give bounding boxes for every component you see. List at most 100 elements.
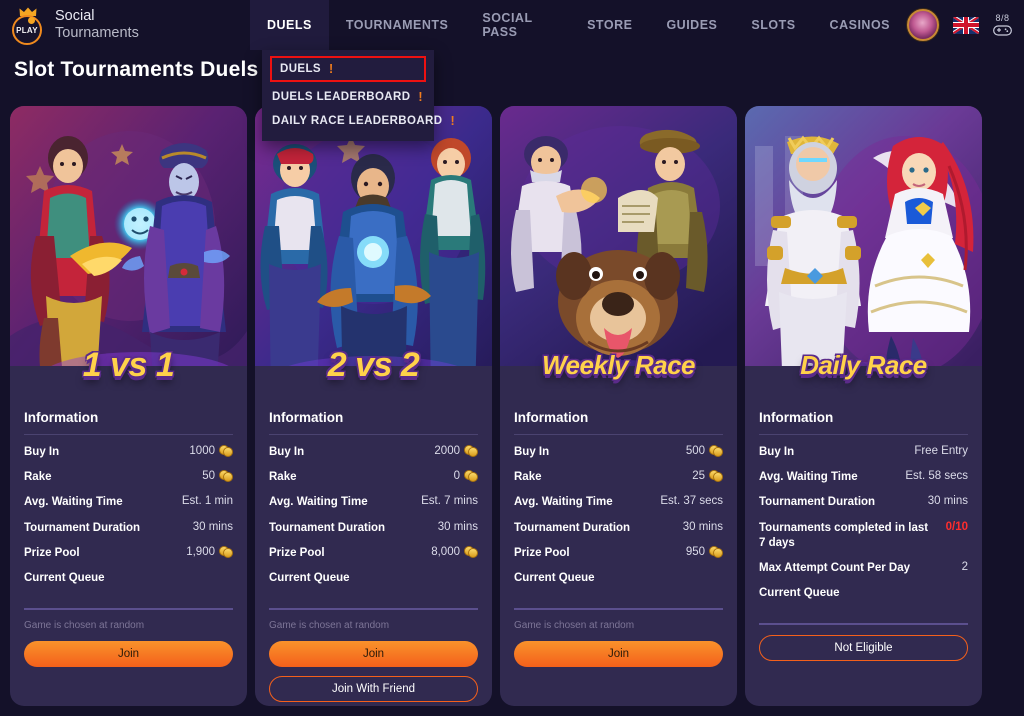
gamepad-status[interactable]: 8/8 <box>993 14 1012 36</box>
header-actions: 8/8 <box>907 9 1024 41</box>
card-info-panel: Information Buy In 2000 Rake 0 Avg. Wait… <box>255 396 492 706</box>
duels-dropdown-menu: DUELS ! DUELS LEADERBOARD ! DAILY RACE L… <box>262 50 455 141</box>
info-row-current-queue: Current Queue <box>24 571 233 586</box>
play-logo-icon: PLAY <box>10 7 46 45</box>
info-row-rake: Rake 50 <box>24 470 233 485</box>
info-value: 30 mins <box>437 520 478 533</box>
random-game-note: Game is chosen at random <box>269 619 390 631</box>
dropdown-item-duels-leaderboard[interactable]: DUELS LEADERBOARD ! <box>262 85 434 109</box>
divider <box>759 623 968 625</box>
uk-flag-icon[interactable] <box>953 16 979 34</box>
info-row-rake: Rake 25 <box>514 470 723 485</box>
coin-icon <box>709 470 723 483</box>
info-label: Rake <box>269 471 297 484</box>
info-row-avg-waiting-time: Avg. Waiting Time Est. 7 mins <box>269 495 478 510</box>
info-row-duration: Tournament Duration 30 mins <box>514 521 723 536</box>
buy-in-value: 500 <box>685 445 705 457</box>
info-row-duration: Tournament Duration 30 mins <box>24 521 233 536</box>
tournament-card[interactable]: Weekly Race Information Buy In 500 Rake … <box>500 106 737 706</box>
info-heading: Information <box>514 410 589 425</box>
random-game-note: Game is chosen at random <box>24 619 145 631</box>
dropdown-item-duels[interactable]: DUELS ! <box>270 56 426 82</box>
prize-pool-value: 1,900 <box>186 545 215 558</box>
info-label: Buy In <box>514 446 550 458</box>
nav-item-store[interactable]: STORE <box>570 0 649 50</box>
info-value: Free Entry <box>914 445 968 457</box>
brand-line-1: Social <box>55 7 95 24</box>
tournament-card[interactable]: Daily Race Information Buy In Free Entry… <box>745 106 982 706</box>
info-label: Tournament Duration <box>514 521 631 534</box>
coin-icon <box>709 445 723 457</box>
info-label: Avg. Waiting Time <box>514 496 613 509</box>
brand-logo[interactable]: PLAY Social Tournaments <box>0 7 250 45</box>
card-info-panel: Information Buy In Free Entry Avg. Waiti… <box>745 396 982 706</box>
info-row-duration: Tournament Duration 30 mins <box>269 521 478 536</box>
nav-item-guides[interactable]: GUIDES <box>649 0 734 50</box>
info-row-avg-waiting-time: Avg. Waiting Time Est. 58 secs <box>759 470 968 485</box>
card-info-panel: Information Buy In 500 Rake 25 Avg. Wait… <box>500 396 737 706</box>
card-artwork: 1 vs 1 <box>10 106 247 396</box>
user-avatar[interactable] <box>907 9 939 41</box>
info-value: Est. 1 min <box>181 495 233 508</box>
info-row-avg-waiting-time: Avg. Waiting Time Est. 37 secs <box>514 495 723 510</box>
card-title-banner: Weekly Race <box>500 338 737 396</box>
nav-item-slots[interactable]: SLOTS <box>734 0 812 50</box>
brand-name: Social Tournaments <box>55 8 139 42</box>
prize-pool-value: 8,000 <box>431 545 460 558</box>
info-label: Max Attempt Count Per Day <box>759 561 911 574</box>
info-value: Est. 7 mins <box>421 495 478 508</box>
info-label: Tournament Duration <box>759 496 876 509</box>
divider <box>514 434 723 435</box>
info-label: Current Queue <box>269 571 350 584</box>
dropdown-item-daily-race-leaderboard[interactable]: DAILY RACE LEADERBOARD ! <box>262 109 455 133</box>
join-button[interactable]: Join <box>269 640 478 667</box>
join-button[interactable]: Join <box>24 640 233 667</box>
info-label: Buy In <box>759 446 795 458</box>
info-row-duration: Tournament Duration 30 mins <box>759 495 968 510</box>
nav-item-social-pass[interactable]: SOCIAL PASS <box>465 0 570 50</box>
info-row-buy-in: Buy In 500 <box>514 445 723 460</box>
info-value: 1000 <box>189 445 233 457</box>
card-title-banner: Daily Race <box>745 338 982 396</box>
info-label: Buy In <box>269 446 305 458</box>
tournament-card[interactable]: 2 vs 2 Information Buy In 2000 Rake 0 Av… <box>255 106 492 706</box>
card-title: Weekly Race <box>541 349 696 380</box>
nav-item-tournaments[interactable]: TOURNAMENTS <box>329 0 466 50</box>
info-value: 1,900 <box>186 545 233 558</box>
card-title: Daily Race <box>800 349 927 380</box>
not-eligible-button[interactable]: Not Eligible <box>759 634 968 661</box>
prize-pool-value: 950 <box>685 545 705 558</box>
nav-item-casinos[interactable]: CASINOS <box>813 0 907 50</box>
dropdown-item-duels-label: DUELS <box>280 63 321 75</box>
info-value: 30 mins <box>192 520 233 533</box>
info-value: 0 <box>454 470 478 483</box>
info-value: 2 <box>961 560 968 573</box>
info-value: Est. 58 secs <box>905 470 968 483</box>
coin-icon <box>464 445 478 457</box>
info-heading: Information <box>269 410 344 425</box>
coin-icon <box>219 545 233 558</box>
info-value: 950 <box>685 545 723 558</box>
divider <box>759 434 968 435</box>
info-label: Avg. Waiting Time <box>24 496 123 509</box>
info-row-prize-pool: Prize Pool 1,900 <box>24 545 233 561</box>
buy-in-value: 1000 <box>189 445 215 457</box>
info-label: Rake <box>24 471 52 484</box>
info-row-rake: Rake 0 <box>269 470 478 485</box>
divider <box>24 608 233 610</box>
info-row-prize-pool: Prize Pool 8,000 <box>269 545 478 561</box>
divider <box>269 434 478 435</box>
nav-item-duels[interactable]: DUELS <box>250 0 329 50</box>
info-label: Prize Pool <box>24 546 80 559</box>
join-button[interactable]: Join <box>514 640 723 667</box>
tournament-card[interactable]: 1 vs 1 Information Buy In 1000 Rake 50 A… <box>10 106 247 706</box>
info-label: Tournament Duration <box>269 521 386 534</box>
card-artwork: Weekly Race <box>500 106 737 396</box>
divider <box>269 608 478 610</box>
info-value: 30 mins <box>927 495 968 508</box>
divider <box>514 608 723 610</box>
alert-badge-icon: ! <box>328 62 334 76</box>
info-row-buy-in: Buy In 2000 <box>269 445 478 460</box>
gamepad-icon <box>993 25 1012 36</box>
join-with-friend-button[interactable]: Join With Friend <box>269 675 478 702</box>
